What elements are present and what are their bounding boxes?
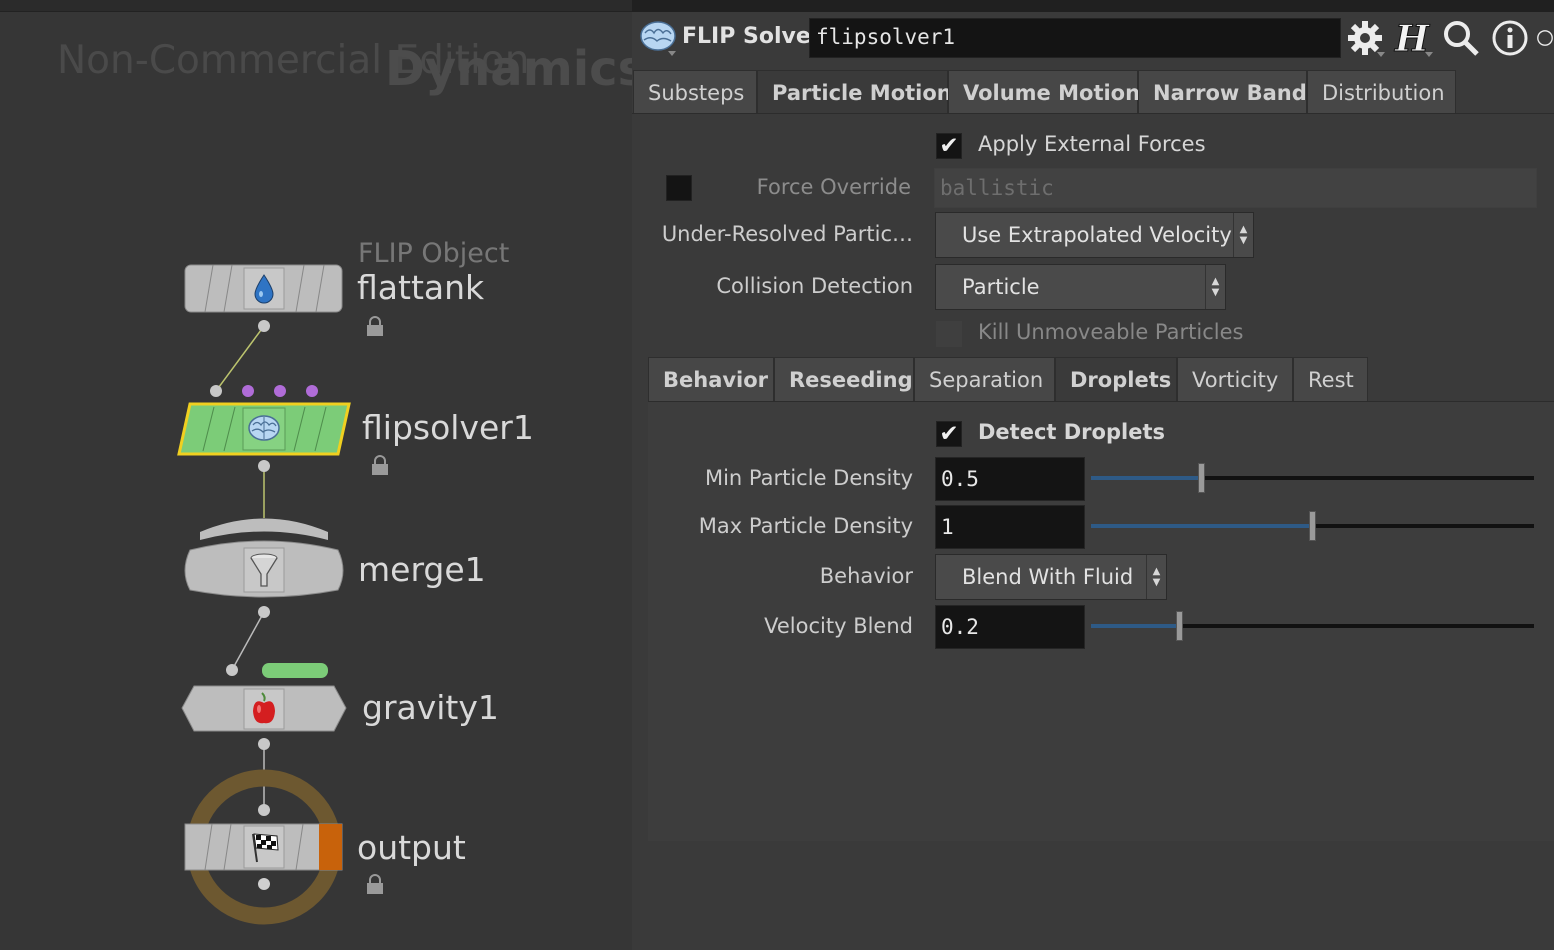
slider-handle[interactable] — [1176, 611, 1183, 641]
tab-narrow-band[interactable]: Narrow Band — [1138, 70, 1307, 114]
detect-droplets-label: Detect Droplets — [978, 420, 1165, 444]
apply-external-forces-label: Apply External Forces — [978, 132, 1206, 156]
svg-text:H: H — [1394, 18, 1430, 58]
lock-icon — [372, 455, 388, 475]
max-density-slider[interactable] — [1091, 511, 1534, 541]
tab-volume-motion[interactable]: Volume Motion — [948, 70, 1140, 114]
water-drop-icon — [248, 272, 280, 306]
under-resolved-label: Under-Resolved Partic… — [661, 222, 913, 246]
collision-detection-menu[interactable]: Particle ▲ ▼ — [935, 264, 1226, 310]
slider-fill — [1091, 476, 1202, 480]
brain-icon — [638, 18, 678, 58]
node-name-field[interactable]: flipsolver1 — [809, 18, 1341, 58]
houdini-help-icon[interactable]: H — [1392, 16, 1434, 60]
checkered-flag-icon — [246, 828, 282, 866]
network-editor[interactable]: Non-Commercial Edition Dynamics FLIP Obj… — [0, 0, 632, 950]
node-name-flipsolver1[interactable]: flipsolver1 — [362, 408, 534, 447]
slider-fill — [1091, 624, 1180, 628]
tab-particle-motion[interactable]: Particle Motion — [757, 70, 952, 114]
apply-external-forces-checkbox[interactable]: ✔ — [936, 133, 962, 159]
kill-unmoveable-checkbox[interactable] — [936, 321, 962, 347]
lock-icon — [367, 874, 383, 894]
node-type-title: FLIP Solver — [682, 24, 822, 49]
brain-icon — [246, 410, 282, 446]
collision-detection-label: Collision Detection — [716, 274, 913, 298]
kill-unmoveable-label: Kill Unmoveable Particles — [978, 320, 1244, 344]
tab-separation[interactable]: Separation — [914, 357, 1055, 401]
tab-droplets[interactable]: Droplets — [1055, 357, 1177, 401]
behavior-label: Behavior — [819, 564, 913, 588]
tab-rest[interactable]: Rest — [1293, 357, 1368, 401]
node-name-flattank[interactable]: flattank — [357, 268, 484, 307]
min-density-field[interactable]: 0.5 — [935, 457, 1085, 501]
slider-handle[interactable] — [1198, 463, 1205, 493]
info-icon[interactable] — [1489, 16, 1531, 60]
node-name-merge1[interactable]: merge1 — [358, 550, 486, 589]
wire-merge-gravity — [231, 611, 265, 671]
behavior-value: Blend With Fluid — [962, 565, 1134, 589]
updown-arrows-icon: ▲ ▼ — [1233, 213, 1253, 257]
wire-flattank-flipsolver — [215, 325, 265, 392]
lock-icon — [367, 316, 383, 336]
updown-arrows-icon: ▲ ▼ — [1205, 265, 1225, 309]
search-icon[interactable] — [1440, 16, 1482, 60]
behavior-menu[interactable]: Blend With Fluid ▲ ▼ — [935, 554, 1167, 600]
slider-fill — [1091, 524, 1313, 528]
velocity-blend-label: Velocity Blend — [764, 614, 913, 638]
node-name-output[interactable]: output — [357, 828, 466, 867]
force-override-label: Force Override — [756, 175, 911, 199]
apple-icon — [246, 690, 282, 728]
tab-vorticity[interactable]: Vorticity — [1177, 357, 1293, 401]
max-density-label: Max Particle Density — [698, 514, 913, 538]
max-density-field[interactable]: 1 — [935, 505, 1085, 549]
updown-arrows-icon: ▲ ▼ — [1146, 555, 1166, 599]
overflow-icon[interactable] — [1536, 16, 1554, 60]
collision-detection-value: Particle — [962, 275, 1040, 299]
main-tabs: Substeps Particle Motion Volume Motion N… — [633, 70, 1456, 114]
min-density-label: Min Particle Density — [704, 466, 913, 490]
funnel-icon — [246, 550, 282, 590]
min-density-slider[interactable] — [1091, 463, 1534, 493]
force-override-toggle[interactable] — [666, 175, 692, 201]
under-resolved-value: Use Extrapolated Velocity — [962, 223, 1232, 247]
tab-distribution[interactable]: Distribution — [1307, 70, 1456, 114]
sub-tabs: Behavior Reseeding Separation Droplets V… — [648, 357, 1368, 401]
detect-droplets-checkbox[interactable]: ✔ — [936, 421, 962, 447]
tab-substeps[interactable]: Substeps — [633, 70, 757, 114]
wires-layer — [177, 264, 351, 925]
node-type-label: FLIP Object — [358, 238, 510, 269]
toolbar-strip — [632, 0, 1554, 12]
tab-behavior[interactable]: Behavior — [648, 357, 774, 401]
tab-divider — [632, 113, 1554, 114]
velocity-blend-slider[interactable] — [1091, 611, 1534, 641]
velocity-blend-field[interactable]: 0.2 — [935, 605, 1085, 649]
force-override-field[interactable]: ballistic — [934, 168, 1537, 208]
slider-handle[interactable] — [1309, 511, 1316, 541]
gear-icon[interactable] — [1344, 16, 1386, 60]
node-name-gravity1[interactable]: gravity1 — [362, 688, 499, 727]
under-resolved-menu[interactable]: Use Extrapolated Velocity ▲ ▼ — [935, 212, 1254, 258]
tab-reseeding[interactable]: Reseeding — [774, 357, 914, 401]
